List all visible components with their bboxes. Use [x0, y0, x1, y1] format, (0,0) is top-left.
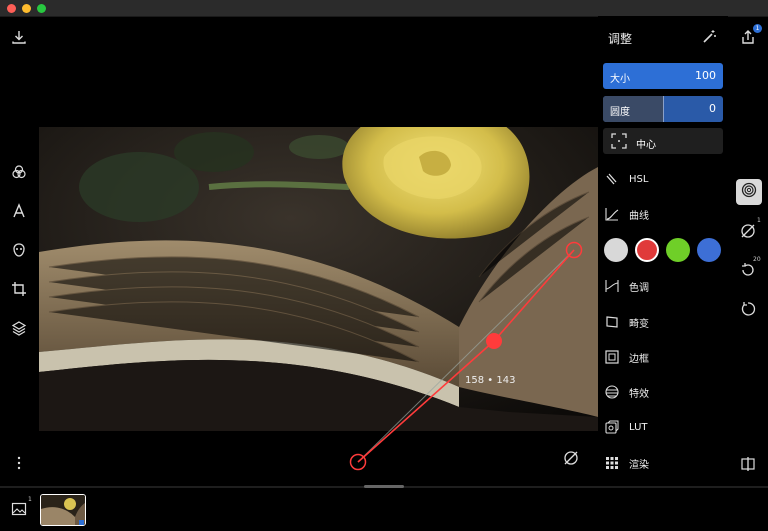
pencils-icon: [603, 170, 621, 188]
filmstrip: 1: [0, 485, 768, 531]
tone-icon: [603, 277, 621, 295]
menu-item-render[interactable]: 渲染: [603, 451, 723, 475]
radial-mask-button[interactable]: [736, 179, 762, 205]
menu-item-distortion[interactable]: 畸变: [603, 310, 723, 334]
magic-wand-icon[interactable]: [700, 28, 718, 46]
undo-history-icon[interactable]: [739, 261, 757, 279]
focus-center-icon: [611, 133, 627, 152]
menu-item-label: HSL: [629, 173, 649, 185]
menu-item-effects[interactable]: 特效: [603, 380, 723, 404]
menu-item-label: 边框: [629, 353, 649, 365]
curve-icon: [603, 205, 621, 223]
menu-item-hsl[interactable]: HSL: [603, 167, 723, 191]
curve-baseline: [357, 249, 575, 463]
swatch-rgb[interactable]: [604, 238, 628, 262]
swatch-red[interactable]: [635, 238, 659, 262]
roundness-slider[interactable]: 圆度 0: [603, 96, 723, 122]
menu-item-lut[interactable]: LUT: [603, 415, 723, 439]
drag-handle[interactable]: [364, 485, 404, 488]
lut-icon: [603, 418, 621, 436]
swatch-blue[interactable]: [697, 238, 721, 262]
distortion-icon: [603, 313, 621, 331]
radial-mask-icon: [741, 182, 757, 202]
center-label: 中心: [636, 140, 656, 151]
menu-item-label: LUT: [629, 421, 648, 433]
thumbnail-selected[interactable]: [40, 494, 86, 526]
roundness-value: 0: [709, 102, 716, 115]
curve-control-point[interactable]: [486, 333, 502, 349]
panel-title: 调整: [608, 32, 633, 46]
render-icon: [603, 454, 621, 472]
size-value: 100: [695, 69, 716, 82]
size-label: 大小: [610, 74, 630, 85]
adjustment-panel: 调整 大小 100 圆度 0 中心 HSL 曲线 色调 畸变 边框 特效 LUT…: [598, 16, 728, 486]
roundness-label: 圆度: [610, 107, 630, 118]
compare-icon[interactable]: [739, 455, 757, 473]
menu-item-border[interactable]: 边框: [603, 345, 723, 369]
gallery-count-badge: 1: [28, 496, 32, 503]
effects-icon: [603, 383, 621, 401]
border-icon: [603, 348, 621, 366]
size-slider[interactable]: 大小 100: [603, 63, 723, 89]
menu-item-curves[interactable]: 曲线: [603, 202, 723, 226]
menu-item-label: 畸变: [629, 318, 649, 330]
history-count-badge: 20: [753, 256, 761, 263]
reset-curve-icon[interactable]: [562, 449, 580, 467]
gallery-icon[interactable]: [10, 500, 28, 518]
swatch-green[interactable]: [666, 238, 690, 262]
mask-off-icon[interactable]: [739, 222, 757, 240]
curve-readout: 158 • 143: [465, 375, 516, 386]
center-button[interactable]: 中心: [603, 128, 723, 154]
share-badge: 1: [753, 24, 762, 33]
menu-item-label: 渲染: [629, 459, 649, 471]
menu-item-label: 曲线: [629, 210, 649, 222]
rotate-reset-icon[interactable]: [739, 300, 757, 318]
mask-count-badge: 1: [757, 217, 761, 224]
menu-item-label: 色调: [629, 282, 649, 294]
menu-item-tone[interactable]: 色调: [603, 274, 723, 298]
menu-item-label: 特效: [629, 388, 649, 400]
